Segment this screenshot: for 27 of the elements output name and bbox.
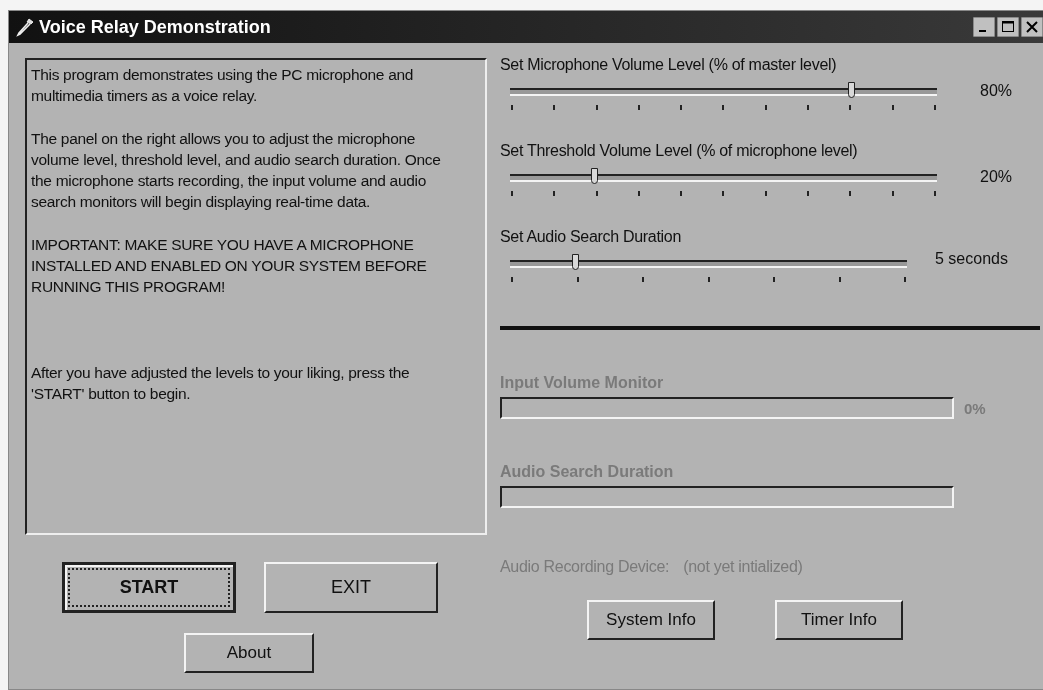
slider-value: 5 seconds (935, 250, 1008, 268)
device-label: Audio Recording Device: (500, 558, 670, 575)
description-text: IMPORTANT: MAKE SURE YOU HAVE A MICROPHONE INSTALLED AND ENABLED ON YOUR SYSTEM BEFORE RUNNING THIS PROGRAM! (31, 235, 428, 297)
slider-thumb[interactable] (591, 168, 599, 184)
slider-label: Set Audio Search Duration (500, 228, 683, 246)
minimize-icon[interactable] (973, 17, 995, 37)
system-info-button[interactable]: System Info (587, 600, 715, 640)
slider-thumb[interactable] (847, 82, 855, 98)
monitor-label: Input Volume Monitor (500, 374, 665, 392)
close-icon[interactable] (1021, 17, 1043, 37)
slider-label: Set Microphone Volume Level (% of master level) (500, 56, 838, 74)
timer-info-button[interactable]: Timer Info (775, 600, 903, 640)
exit-button[interactable]: EXIT (264, 562, 438, 613)
window-title: Voice Relay Demonstration (39, 16, 272, 38)
about-button[interactable]: About (184, 633, 314, 673)
device-value: (not yet intialized) (683, 558, 803, 575)
description-text: This program demonstrates using the PC microphone and multimedia timers as a voice relay. (31, 65, 415, 106)
slider-label: Set Threshold Volume Level (% of microphone level) (500, 142, 859, 160)
start-button[interactable]: START (62, 562, 236, 613)
maximize-icon[interactable] (997, 17, 1019, 37)
monitor-label: Audio Search Duration (500, 463, 675, 481)
description-text: After you have adjusted the levels to your liking, press the 'START' button to begin. (31, 363, 411, 404)
monitor-value: 0% (964, 399, 986, 417)
description-text: The panel on the right allows you to adjust the microphone volume level, threshold level, and audio search duration. Once the microphone starts recording, the input volume and audio search monitors will begin displaying real-time data. (31, 129, 442, 212)
slider-value: 20% (980, 168, 1013, 186)
slider-value: 80% (980, 82, 1013, 100)
slider-thumb[interactable] (572, 254, 580, 270)
